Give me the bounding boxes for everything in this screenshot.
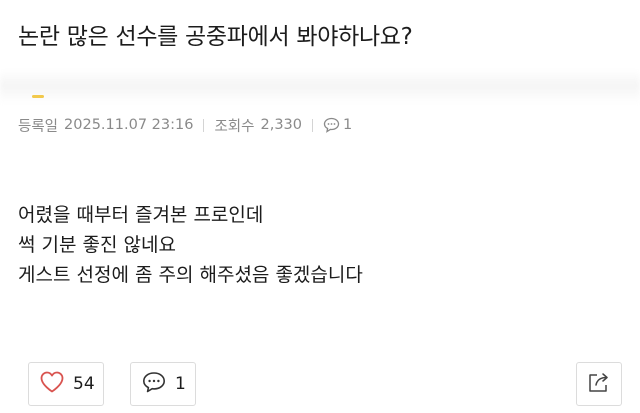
meta-divider <box>312 118 313 132</box>
post-body: 어렸을 때부터 즐겨본 프로인데 썩 기분 좋진 않네요 게스트 선정에 좀 주… <box>18 200 363 290</box>
blurred-author-area <box>0 70 640 104</box>
meta-divider <box>203 118 205 132</box>
body-line: 썩 기분 좋진 않네요 <box>18 234 176 256</box>
comment-button[interactable]: 1 <box>130 362 196 406</box>
like-count: 54 <box>73 374 95 394</box>
like-button[interactable]: 54 <box>28 362 104 406</box>
share-button[interactable] <box>576 362 622 406</box>
post-title: 논란 많은 선수를 공중파에서 봐야하나요? <box>18 24 413 50</box>
body-line: 게스트 선정에 좀 주의 해주셨음 좋겠습니다 <box>18 264 363 286</box>
blurred-author-badge <box>32 95 44 98</box>
views-label: 조회수 <box>214 118 255 135</box>
meta-comment-count: 1 <box>343 117 353 133</box>
comment-icon <box>323 117 340 133</box>
comment-icon <box>141 370 167 398</box>
comment-count: 1 <box>175 374 186 394</box>
date-value: 2025.11.07 23:16 <box>64 117 194 133</box>
post-meta: 등록일 2025.11.07 23:16 조회수 2,330 1 <box>18 114 352 136</box>
views-value: 2,330 <box>260 117 302 133</box>
heart-icon <box>39 370 65 398</box>
share-icon <box>587 371 611 397</box>
date-label: 등록일 <box>18 118 59 135</box>
body-line: 어렸을 때부터 즐겨본 프로인데 <box>18 204 264 226</box>
